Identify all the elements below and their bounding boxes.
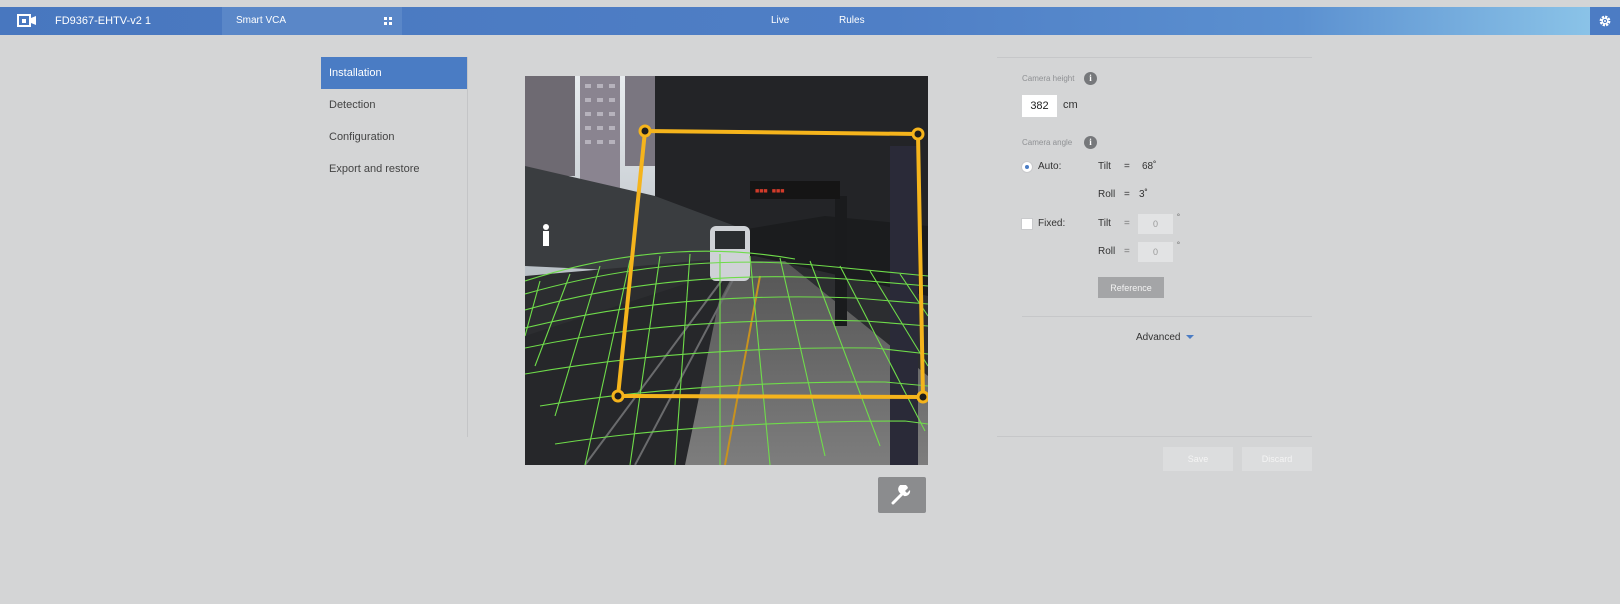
nav-rules[interactable]: Rules: [839, 15, 865, 26]
save-button[interactable]: Save: [1163, 447, 1233, 471]
divider: [1022, 316, 1312, 317]
sidebar-item-detection[interactable]: Detection: [321, 89, 467, 121]
apps-grid-icon[interactable]: [384, 17, 392, 25]
auto-roll-eq: =: [1124, 189, 1130, 200]
svg-text:■■■ ■■■: ■■■ ■■■: [755, 188, 784, 196]
fixed-label: Fixed:: [1038, 218, 1066, 229]
camera-height-unit: cm: [1063, 99, 1078, 111]
auto-roll-value: 3˚: [1139, 189, 1148, 200]
wrench-icon: [891, 485, 911, 505]
auto-tilt-label: Tilt: [1098, 161, 1111, 172]
gear-icon: [1599, 15, 1611, 27]
fixed-tilt-eq: =: [1124, 218, 1130, 229]
camera-scene: ■■■ ■■■: [525, 76, 928, 465]
fixed-roll-eq: =: [1124, 246, 1130, 257]
auto-label: Auto:: [1038, 161, 1062, 172]
auto-tilt-eq: =: [1124, 161, 1130, 172]
sidebar-item-configuration[interactable]: Configuration: [321, 121, 467, 153]
device-name: FD9367-EHTV-v2 1: [55, 15, 151, 27]
camera-logo-icon: [17, 14, 36, 27]
auto-radio[interactable]: [1021, 161, 1033, 173]
auto-tilt-value: 68˚: [1142, 161, 1157, 172]
camera-height-input[interactable]: [1022, 95, 1057, 117]
advanced-toggle[interactable]: Advanced: [1136, 332, 1195, 343]
sidebar-menu: Installation Detection Configuration Exp…: [321, 57, 468, 437]
sidebar-item-installation[interactable]: Installation: [321, 57, 467, 89]
smart-vca-tab[interactable]: Smart VCA: [222, 7, 402, 35]
fixed-roll-input[interactable]: [1138, 242, 1173, 262]
camera-angle-label: Camera angle: [1022, 138, 1073, 147]
auto-roll-label: Roll: [1098, 189, 1116, 200]
camera-height-label: Camera height: [1022, 74, 1075, 83]
discard-button[interactable]: Discard: [1242, 447, 1312, 471]
settings-button[interactable]: [1590, 7, 1620, 35]
nav-live[interactable]: Live: [771, 15, 789, 26]
fixed-roll-label: Roll: [1098, 246, 1116, 257]
fixed-roll-unit: ˚: [1177, 242, 1181, 253]
top-bar: FD9367-EHTV-v2 1 Smart VCA Live Rules: [0, 7, 1620, 35]
info-icon[interactable]: i: [1084, 72, 1097, 85]
fixed-tilt-unit: ˚: [1177, 214, 1181, 225]
fixed-tilt-label: Tilt: [1098, 218, 1111, 229]
fixed-checkbox[interactable]: [1021, 218, 1033, 230]
calibration-tool-button[interactable]: [878, 477, 926, 513]
fixed-tilt-input[interactable]: [1138, 214, 1173, 234]
installation-settings-panel: Camera height i cm Camera angle i Auto: …: [997, 57, 1312, 477]
app-label: Smart VCA: [236, 15, 287, 26]
advanced-label: Advanced: [1136, 332, 1181, 343]
info-icon[interactable]: i: [1084, 136, 1097, 149]
divider: [997, 436, 1312, 437]
camera-preview[interactable]: ■■■ ■■■: [525, 76, 928, 465]
divider: [997, 57, 1312, 58]
reference-button[interactable]: Reference: [1098, 277, 1164, 298]
caret-down-icon: [1186, 335, 1195, 340]
sidebar-item-export-restore[interactable]: Export and restore: [321, 153, 467, 185]
